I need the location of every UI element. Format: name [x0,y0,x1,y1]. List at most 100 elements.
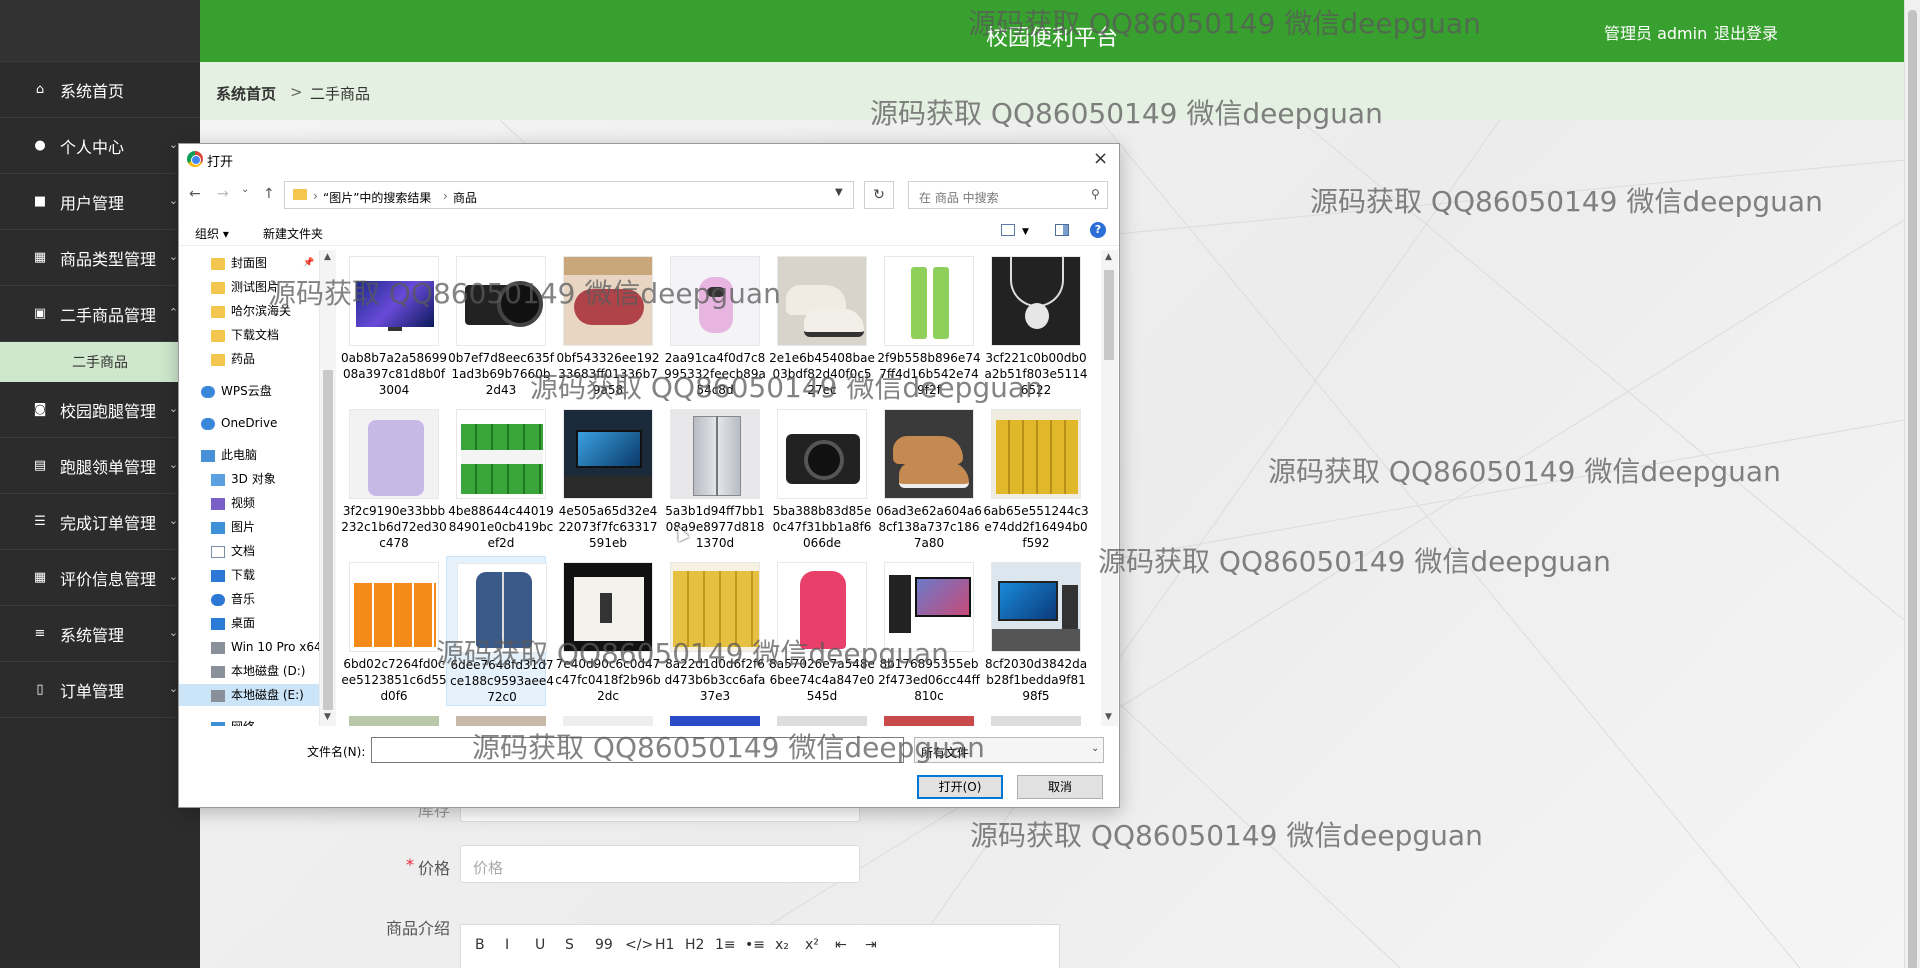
sidebar-item[interactable]: ■ 用户管理 ⌄ [0,174,200,230]
new-folder-button[interactable]: 新建文件夹 [263,225,323,242]
file-item[interactable]: 8b176895355eb2f473ed06cc44ff810c [874,556,980,706]
nav-item[interactable]: 本地磁盘 (E:) [179,684,319,706]
file-item[interactable]: 6dee7648fd31d7ce188c9593aee472c0 [446,556,554,706]
refresh-button[interactable]: ↻ [864,181,894,209]
nav-item[interactable]: 3D 对象 [179,468,276,490]
file-item[interactable]: 4be88644c4401984901e0cb419bcef2d [446,403,554,553]
view-options-icon[interactable] [1001,224,1015,236]
sidebar-item[interactable]: ▤ 跑腿领单管理 ⌄ [0,438,200,494]
nav-item[interactable]: 药品 [179,348,255,370]
file-item[interactable]: 0b7ef7d8eec635f1ad3b69b7660b2d43 [446,250,554,400]
logout-link[interactable]: 退出登录 [1714,20,1778,44]
address-bar[interactable]: › “图片”中的搜索结果 › 商品 ▼ [284,181,854,209]
cancel-button[interactable]: 取消 [1017,775,1103,799]
file-item[interactable]: 8cf2030d3842dab28f1bedda9f8198f5 [981,556,1087,706]
editor-tool[interactable]: U [535,937,545,953]
nav-item[interactable]: 本地磁盘 (D:) [179,660,305,682]
up-arrow-icon[interactable]: ↑ [263,186,275,202]
filetype-select[interactable]: 所有文件 ⌄ [914,737,1104,763]
file-item-partial[interactable] [777,716,867,726]
editor-tool[interactable]: x₂ [775,937,789,953]
sidebar-item[interactable]: ▯ 订单管理 ⌄ [0,662,200,718]
nav-item[interactable]: Win 10 Pro x64 [179,636,319,658]
file-item[interactable]: 2f9b558b896e747ff4d16b542e749f2f [874,250,981,400]
editor-tool[interactable]: H2 [685,937,704,953]
sidebar-subitem[interactable]: 二手商品 [0,342,200,382]
file-item-partial[interactable] [884,716,974,726]
scroll-up-icon[interactable]: ▲ [1105,252,1112,262]
file-item[interactable]: 2e1e6b45408bae03bdf82d40f0c527ec [767,250,875,400]
organize-button[interactable]: 组织 ▾ [195,225,229,242]
file-item[interactable]: 7e40d90c6c0d47c47fc0418f2b96b2dc [553,556,661,706]
sidebar-item[interactable]: ● 个人中心 ⌄ [0,118,200,174]
nav-item[interactable]: 封面图 📌 [179,252,314,274]
nav-item[interactable]: 音乐 [179,588,255,610]
page-scrollbar[interactable] [1904,0,1920,968]
preview-pane-icon[interactable] [1055,224,1069,236]
page-scrollbar-thumb[interactable] [1908,10,1917,968]
file-item[interactable]: 3f2c9190e33bbb232c1b6d72ed30c478 [339,403,447,553]
file-item[interactable]: 5ba388b83d85e0c47f31bb1a8f6066de [767,403,871,553]
nav-item[interactable]: OneDrive [179,412,277,434]
help-icon[interactable]: ? [1090,222,1106,238]
file-list-scrollbar[interactable]: ▲ ▼ [1101,250,1118,726]
nav-item[interactable]: 此电脑 [179,444,257,466]
file-item[interactable]: 8a57026e7a548e6bee74c4a847e0545d [767,556,875,706]
file-item[interactable]: 0bf543326ee19233683ff01336b79a58 [553,250,659,400]
nav-item[interactable]: 网络 [179,716,255,726]
breadcrumb-home[interactable]: 系统首页 [216,83,276,104]
file-item[interactable]: 6bd02c7264fd0cee5123851c6d55d0f6 [339,556,447,706]
editor-tool[interactable]: 99 [595,937,613,953]
file-item[interactable]: 3cf221c0b00db0a2b51f803e51146522 [981,250,1087,400]
file-list-scrollbar-thumb[interactable] [1104,270,1114,360]
close-icon[interactable]: × [1093,148,1108,169]
nav-item[interactable]: 测试图片 [179,276,279,298]
editor-tool[interactable]: •≡ [745,937,765,953]
nav-item[interactable]: 哈尔滨海关 [179,300,291,322]
sidebar-item[interactable]: ▦ 评价信息管理 ⌄ [0,550,200,606]
price-field[interactable]: 价格 [460,845,860,883]
nav-item[interactable]: 下载 [179,564,255,586]
file-item-partial[interactable] [349,716,439,726]
open-button[interactable]: 打开(O) [917,775,1003,799]
scroll-down-icon[interactable]: ▼ [1105,712,1112,722]
scroll-down-icon[interactable]: ▼ [324,712,331,722]
sidebar-item[interactable]: ▦ 商品类型管理 ⌄ [0,230,200,286]
sidebar-item[interactable]: ≡ 系统管理 ⌄ [0,606,200,662]
file-item[interactable]: 0ab8b7a2a5869908a397c81d8b0f3004 [339,250,447,400]
editor-tool[interactable]: x² [805,937,819,953]
editor-tool[interactable]: </> [625,937,653,953]
back-arrow-icon[interactable]: ← [189,186,201,202]
editor-tool[interactable]: 1≡ [715,937,736,953]
file-item-partial[interactable] [670,716,760,726]
nav-item[interactable]: WPS云盘 [179,380,272,402]
file-item-partial[interactable] [991,716,1081,726]
recent-locations-icon[interactable]: ⌄ [241,184,249,195]
scroll-up-icon[interactable]: ▲ [324,252,331,262]
sidebar-item[interactable]: ⌂ 系统首页 [0,62,200,118]
editor-tool[interactable]: ⇥ [865,937,877,953]
rich-text-editor[interactable]: B I U S 99 </> H1 H2 1≡ •≡ x₂ x² ⇤ ⇥ [460,924,1060,968]
file-item[interactable]: 4e505a65d32e422073f7fc63317591eb [553,403,658,553]
chevron-down-icon[interactable]: ▼ [835,187,843,198]
filename-input[interactable] [371,737,904,763]
file-item[interactable]: 8a22d1d0d6f2f6d473b6b3cc6afa37e3 [660,556,765,706]
path-segment-folder[interactable]: 商品 [453,189,477,206]
editor-tool[interactable]: H1 [655,937,674,953]
search-input[interactable]: 在 商品 中搜索 ⚲ [908,181,1108,209]
sidebar-item[interactable]: ☰ 完成订单管理 ⌄ [0,494,200,550]
file-item-partial[interactable] [456,716,546,726]
editor-tool[interactable]: I [505,937,509,953]
chevron-down-icon[interactable]: ▼ [1022,227,1029,237]
nav-item[interactable]: 桌面 [179,612,255,634]
file-item-partial[interactable] [563,716,653,726]
path-segment-search[interactable]: “图片”中的搜索结果 [323,189,431,206]
file-item[interactable]: 2aa91ca4f0d7c8995332feecb89a54c8d [660,250,766,400]
nav-item[interactable]: 文档 [179,540,255,562]
nav-item[interactable]: 下载文档 [179,324,279,346]
forward-arrow-icon[interactable]: → [217,186,229,202]
navigation-scrollbar[interactable]: ▲ ▼ [319,250,336,726]
editor-tool[interactable]: ⇤ [835,937,847,953]
file-item[interactable]: 6ab65e551244c3e74dd2f16494b0f592 [981,403,1089,553]
file-item[interactable]: 06ad3e62a604a68cf138a737c1867a80 [874,403,982,553]
